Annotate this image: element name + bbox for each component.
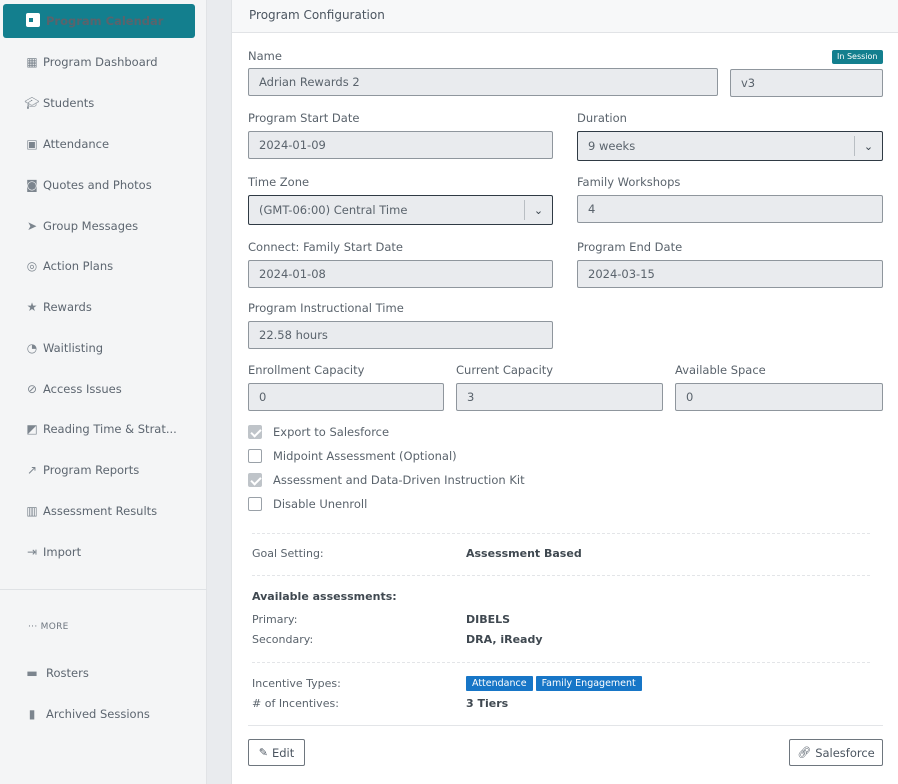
incentive-count-value: 3 Tiers (466, 697, 509, 710)
paper-plane-icon: ➤ (26, 219, 38, 233)
checkbox-unchecked[interactable] (248, 449, 262, 463)
connect-start-label: Connect: Family Start Date (248, 240, 403, 254)
sidebar-divider (0, 589, 207, 590)
no-access-icon: ⊘ (26, 382, 38, 396)
target-icon: ◎ (26, 259, 38, 273)
trend-line-icon: ↗ (26, 463, 38, 477)
available-assessments-heading: Available assessments: (252, 590, 397, 603)
assessment-kit-checkbox[interactable]: Assessment and Data-Driven Instruction K… (248, 473, 525, 487)
available-space-field[interactable]: 0 (675, 383, 883, 411)
family-workshops-field[interactable]: 4 (577, 195, 883, 223)
sidebar-item-rewards[interactable]: ★ Rewards (25, 297, 92, 317)
secondary-label: Secondary: (252, 633, 314, 646)
end-date-label: Program End Date (577, 240, 683, 254)
midpoint-assessment-checkbox[interactable]: Midpoint Assessment (Optional) (248, 449, 457, 463)
checkbox-checked[interactable] (248, 473, 262, 487)
name-field[interactable]: Adrian Rewards 2 (248, 68, 718, 96)
card-header: Program Configuration (232, 0, 898, 33)
sidebar-item-action-plans[interactable]: ◎ Action Plans (25, 256, 113, 276)
incentive-tag: Family Engagement (535, 676, 642, 691)
chevron-down-icon: ⌄ (854, 136, 882, 156)
user-clock-icon: ◔ (26, 341, 38, 355)
graduation-cap-icon: 🎓︎ (24, 96, 40, 110)
sidebar-item-reading-time[interactable]: ◩ Reading Time & Strat... (25, 419, 177, 439)
checkbox-checked[interactable] (248, 425, 262, 439)
name-label: Name (248, 49, 282, 63)
edit-button[interactable]: ✎ Edit (248, 739, 305, 766)
edit-icon: ✎ (258, 746, 268, 759)
chevron-down-icon: ⌄ (524, 200, 552, 220)
divider (252, 575, 870, 576)
duration-select[interactable]: 9 weeks ⌄ (577, 131, 883, 161)
footer-divider (248, 725, 883, 726)
sidebar-item-rosters[interactable]: ▬ Rosters (25, 663, 88, 683)
connect-start-field[interactable]: 2024-01-08 (248, 260, 553, 288)
calendar-icon (26, 13, 40, 27)
import-icon: ⇥ (26, 545, 38, 559)
sidebar-item-students[interactable]: 🎓︎ Students (22, 93, 94, 113)
available-space-label: Available Space (675, 363, 766, 377)
incentive-count-label: # of Incentives: (252, 697, 339, 710)
sidebar-item-archived-sessions[interactable]: ▮ Archived Sessions (25, 704, 150, 724)
current-capacity-label: Current Capacity (456, 363, 554, 377)
camera-icon: ◙ (26, 178, 38, 192)
sidebar-item-program-reports[interactable]: ↗ Program Reports (25, 460, 139, 480)
sidebar-item-group-messages[interactable]: ➤ Group Messages (25, 216, 138, 236)
primary-value: DIBELS (466, 613, 511, 626)
sidebar-item-attendance[interactable]: ▣ Attendance (25, 134, 109, 154)
time-zone-label: Time Zone (248, 175, 310, 189)
duration-label: Duration (577, 111, 627, 125)
chart-box-icon: ◩ (26, 422, 38, 436)
grid-icon: ▦ (26, 55, 38, 69)
incentive-types-tags: Attendance Family Engagement (466, 676, 645, 691)
status-badge: In Session (832, 50, 883, 64)
checkbox-unchecked[interactable] (248, 497, 262, 511)
sidebar-item-program-calendar[interactable]: Program Calendar (3, 4, 195, 38)
link-icon: 🔗︎ (797, 746, 812, 759)
folder-user-icon: ▬ (26, 666, 38, 680)
lock-icon: ▮ (28, 707, 36, 721)
disable-unenroll-checkbox[interactable]: Disable Unenroll (248, 497, 367, 511)
sidebar-item-assessment-results[interactable]: ▥ Assessment Results (25, 501, 157, 521)
instructional-time-field[interactable]: 22.58 hours (248, 321, 553, 349)
sidebar-item-import[interactable]: ⇥ Import (25, 542, 81, 562)
enrollment-capacity-label: Enrollment Capacity (248, 363, 365, 377)
instructional-time-label: Program Instructional Time (248, 301, 404, 315)
start-date-label: Program Start Date (248, 111, 360, 125)
sidebar-item-program-dashboard[interactable]: ▦ Program Dashboard (25, 52, 157, 72)
goal-setting-label: Goal Setting: (252, 547, 324, 560)
sidebar: Program Calendar ▦ Program Dashboard 🎓︎ St… (0, 0, 207, 784)
star-trophy-icon: ★ (26, 300, 38, 314)
sidebar-item-waitlisting[interactable]: ◔ Waitlisting (25, 338, 103, 358)
secondary-value: DRA, iReady (466, 633, 543, 646)
start-date-field[interactable]: 2024-01-09 (248, 131, 553, 159)
incentive-tag: Attendance (466, 676, 533, 691)
enrollment-capacity-field[interactable]: 0 (248, 383, 444, 411)
salesforce-button[interactable]: 🔗︎ Salesforce (789, 739, 883, 766)
divider (252, 533, 870, 534)
time-zone-select[interactable]: (GMT-06:00) Central Time ⌄ (248, 195, 553, 225)
more-toggle[interactable]: ··· MORE (28, 622, 69, 632)
export-salesforce-checkbox[interactable]: Export to Salesforce (248, 425, 389, 439)
book-open-icon: ▥ (26, 504, 38, 518)
sidebar-item-access-issues[interactable]: ⊘ Access Issues (25, 379, 122, 399)
sidebar-item-quotes-photos[interactable]: ◙ Quotes and Photos (25, 175, 152, 195)
current-capacity-field[interactable]: 3 (456, 383, 663, 411)
goal-setting-value: Assessment Based (466, 547, 582, 560)
primary-label: Primary: (252, 613, 298, 626)
version-field[interactable]: v3 (730, 69, 883, 97)
family-workshops-label: Family Workshops (577, 175, 681, 189)
clipboard-user-icon: ▣ (26, 137, 38, 151)
incentive-types-label: Incentive Types: (252, 677, 341, 690)
end-date-field[interactable]: 2024-03-15 (577, 260, 883, 288)
divider (252, 662, 870, 663)
